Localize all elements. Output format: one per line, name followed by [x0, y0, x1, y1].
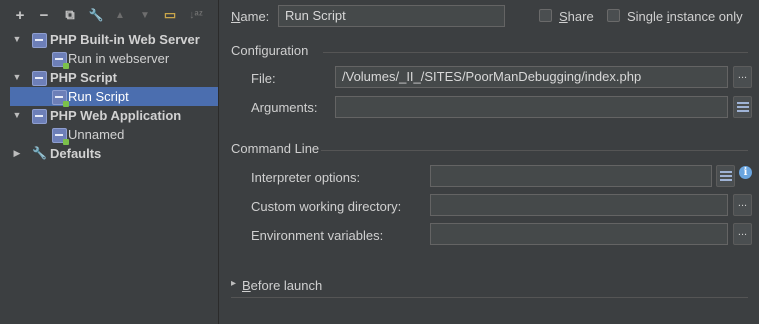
tree-node-label: Defaults — [50, 146, 102, 161]
run-configuration-editor: Name: Run Script Share Single instance o… — [219, 0, 759, 324]
tree-node-php-web-app[interactable]: ▼ PHP Web Application — [0, 106, 218, 125]
single-instance-label: Single instance only — [627, 9, 743, 24]
edit-environment-variables-button[interactable]: ... — [733, 223, 752, 245]
tree-node-label: PHP Built-in Web Server — [50, 32, 200, 47]
arguments-input[interactable] — [335, 96, 728, 118]
single-instance-label-pre: Single — [627, 9, 667, 24]
folder-icon[interactable]: ▭ — [162, 7, 178, 23]
info-icon[interactable]: i — [739, 166, 752, 179]
configurations-toolbar: + − ⧉ 🔧 ▲ ▼ ▭ ↓ᵃᶻ — [0, 0, 218, 30]
browse-file-button[interactable]: ... — [733, 66, 752, 88]
php-icon — [32, 71, 47, 86]
add-icon[interactable]: + — [12, 7, 28, 24]
name-label: Name: — [231, 9, 269, 24]
tree-node-php-script[interactable]: ▼ PHP Script — [0, 68, 218, 87]
share-label-text: hare — [567, 9, 594, 24]
tree-node-run-script[interactable]: Run Script — [10, 87, 218, 107]
expand-arrow-icon[interactable]: ▼ — [12, 68, 22, 87]
interpreter-options-input[interactable] — [430, 165, 712, 187]
browse-working-directory-button[interactable]: ... — [733, 194, 752, 216]
configurations-panel: + − ⧉ 🔧 ▲ ▼ ▭ ↓ᵃᶻ ▼ PHP Built-in Web Ser… — [0, 0, 219, 324]
name-input[interactable]: Run Script — [278, 5, 505, 27]
configuration-section-title: Configuration — [231, 43, 309, 58]
file-input[interactable]: /Volumes/_II_/SITES/PoorManDebugging/ind… — [335, 66, 728, 88]
before-launch-separator — [231, 297, 748, 298]
sort-icon[interactable]: ↓ᵃᶻ — [188, 7, 204, 23]
tree-node-label: PHP Web Application — [50, 108, 182, 123]
share-label-mnemonic: S — [559, 9, 568, 24]
tree-node-php-builtin-server[interactable]: ▼ PHP Built-in Web Server — [0, 30, 218, 49]
command-line-section-title: Command Line — [231, 141, 320, 156]
tree-node-label: Run in webserver — [68, 51, 170, 66]
environment-variables-input[interactable] — [430, 223, 728, 245]
copy-icon[interactable]: ⧉ — [62, 7, 78, 23]
before-launch-label[interactable]: Before launch — [242, 278, 322, 293]
tree-node-unnamed[interactable]: Unnamed — [0, 125, 218, 145]
before-launch-mnemonic: B — [242, 278, 251, 293]
tree-node-defaults[interactable]: ▶ 🔧 Defaults — [0, 144, 218, 163]
name-label-mnemonic: N — [231, 9, 241, 24]
php-run-icon — [52, 52, 69, 69]
tree-node-label: Unnamed — [68, 127, 125, 142]
php-icon — [32, 109, 47, 124]
configurations-tree: ▼ PHP Built-in Web Server Run in webserv… — [0, 30, 218, 163]
php-run-icon — [52, 128, 69, 145]
expand-arrow-icon[interactable]: ▼ — [12, 30, 22, 49]
php-run-icon — [52, 90, 69, 107]
expand-interpreter-options-button[interactable] — [716, 165, 735, 187]
tree-node-run-in-webserver[interactable]: Run in webserver — [0, 49, 218, 69]
before-launch-expand-icon[interactable]: ▸ — [231, 278, 236, 289]
configuration-separator — [323, 52, 748, 53]
single-instance-checkbox[interactable] — [607, 9, 620, 22]
interpreter-options-label: Interpreter options: — [251, 170, 361, 185]
before-launch-label-text: efore launch — [250, 278, 323, 293]
remove-icon[interactable]: − — [36, 7, 52, 24]
single-instance-label-text: nstance only — [669, 9, 743, 24]
arguments-label: Arguments: — [251, 100, 318, 115]
collapse-arrow-icon[interactable]: ▶ — [12, 144, 22, 163]
php-icon — [32, 33, 47, 48]
share-label: Share — [559, 9, 594, 24]
command-line-separator — [321, 150, 748, 151]
wrench-icon: 🔧 — [32, 146, 47, 160]
file-label: File: — [251, 71, 276, 86]
working-directory-label: Custom working directory: — [251, 199, 402, 214]
wrench-icon[interactable]: 🔧 — [88, 7, 104, 23]
environment-variables-label: Environment variables: — [251, 228, 384, 243]
move-down-icon[interactable]: ▼ — [137, 7, 153, 23]
expand-arrow-icon[interactable]: ▼ — [12, 106, 22, 125]
name-label-text: ame: — [240, 9, 270, 24]
tree-node-label: Run Script — [68, 89, 129, 104]
share-checkbox[interactable] — [539, 9, 552, 22]
move-up-icon[interactable]: ▲ — [112, 7, 128, 23]
working-directory-input[interactable] — [430, 194, 728, 216]
tree-node-label: PHP Script — [50, 70, 117, 85]
expand-arguments-button[interactable] — [733, 96, 752, 118]
